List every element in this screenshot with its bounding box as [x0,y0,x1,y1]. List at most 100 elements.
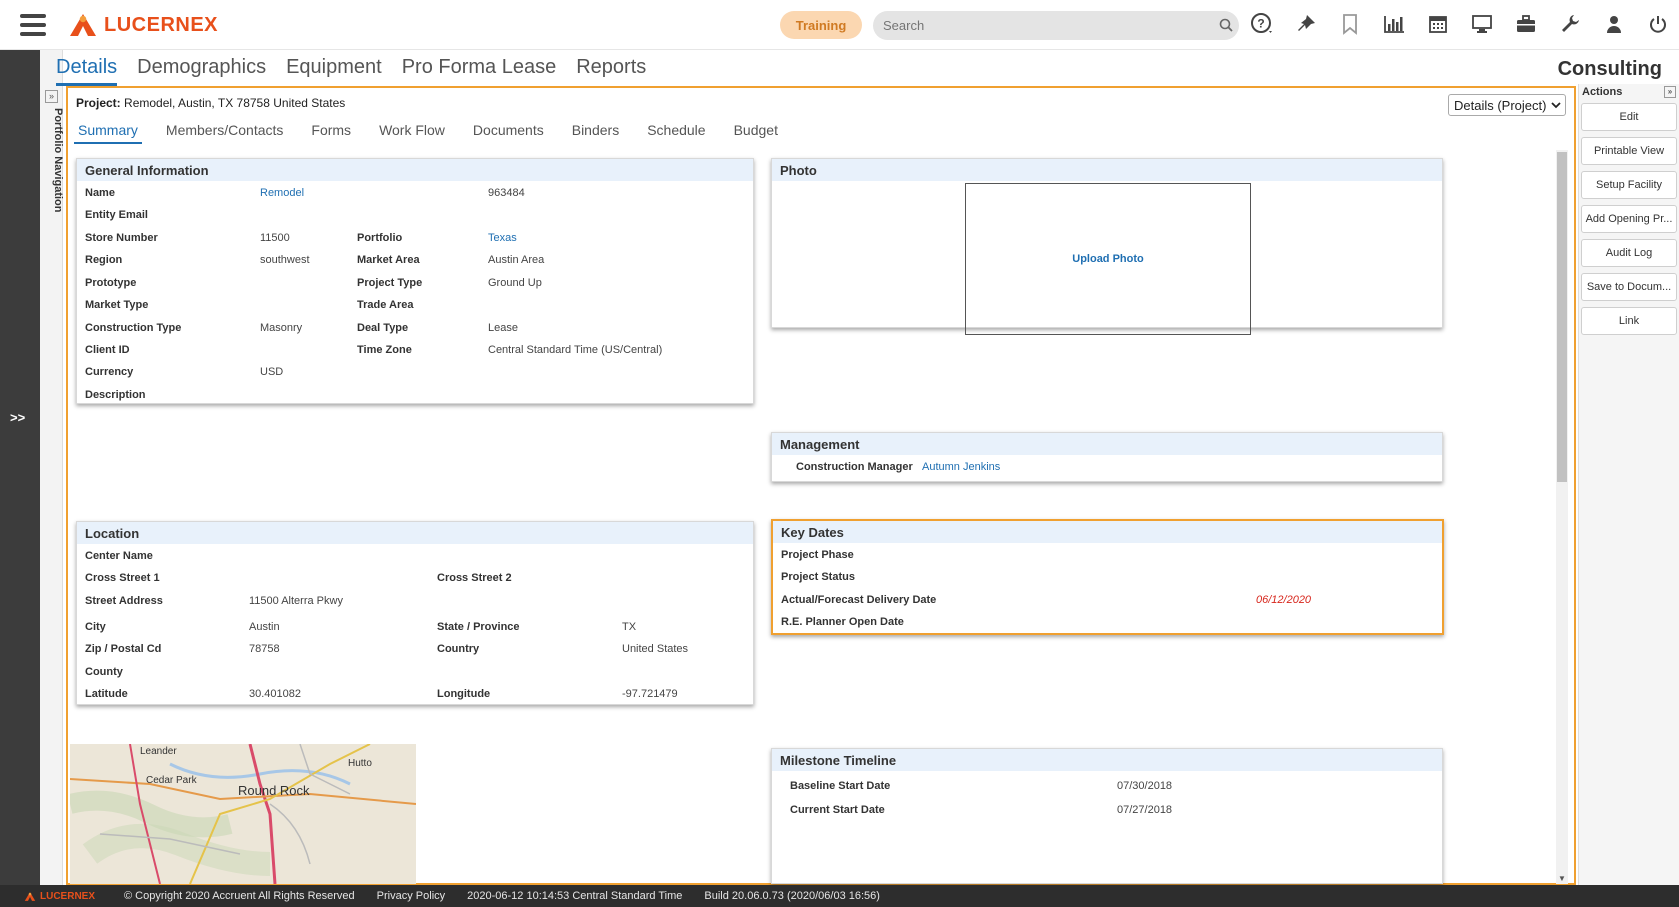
state-label: State / Province [437,621,520,633]
zip-label: Zip / Postal Cd [85,643,162,655]
entity-email-label: Entity Email [85,209,148,221]
expand-nav-button[interactable]: >> [10,410,25,425]
search-icon[interactable] [1219,18,1233,32]
center-name-label: Center Name [85,550,153,562]
milestone-timeline-panel: Milestone Timeline Baseline Start Date 0… [771,748,1443,884]
map-label-round-rock: Round Rock [238,783,310,798]
edit-button[interactable]: Edit [1581,103,1677,131]
training-badge[interactable]: Training [780,11,862,39]
help-icon[interactable]: ? [1250,12,1274,36]
privacy-policy-link[interactable]: Privacy Policy [377,890,445,902]
portfolio-label: Portfolio [357,232,403,244]
brand-name: LUCERNEX [104,13,219,36]
construction-type-label: Construction Type [85,322,182,334]
content-scrollbar[interactable]: ▼ [1556,150,1568,884]
brand-logo[interactable]: LUCERNEX [68,12,218,38]
subtab-forms[interactable]: Forms [307,122,355,144]
name-id: 963484 [488,187,525,199]
actions-title-text: Actions [1582,86,1623,98]
panel-title: Location [77,522,753,544]
baseline-start-label: Baseline Start Date [790,780,891,792]
subtab-work-flow[interactable]: Work Flow [375,122,449,144]
map-label-hutto: Hutto [348,758,372,769]
key-dates-panel: Key Dates Project Phase Project Status A… [771,519,1444,635]
search-input[interactable] [873,11,1239,40]
subtab-summary[interactable]: Summary [74,122,142,144]
briefcase-icon[interactable] [1514,12,1538,36]
photo-panel: Photo Upload Photo [771,158,1443,335]
main-tabs: Details Demographics Equipment Pro Forma… [56,56,646,86]
store-number-value: 11500 [260,232,290,244]
panel-title: General Information [77,159,753,181]
collapse-actions-icon[interactable]: » [1664,86,1676,98]
region-value: southwest [260,254,310,266]
top-bar: LUCERNEX Training ? [0,0,1679,50]
sub-tabs: Summary Members/Contacts Forms Work Flow… [74,122,782,144]
map-label-cedar-park: Cedar Park [146,775,198,786]
chevron-down-icon [1551,102,1561,109]
street-address-value: 11500 Alterra Pkwy [249,595,343,607]
construction-manager-link[interactable]: Autumn Jenkins [922,461,1000,473]
photo-upload-area[interactable]: Upload Photo [965,183,1251,335]
trade-area-label: Trade Area [357,299,414,311]
bar-chart-icon[interactable] [1382,12,1406,36]
scrollbar-thumb[interactable] [1557,152,1567,482]
panel-title: Management [772,433,1442,455]
save-to-documents-button[interactable]: Save to Docum... [1581,273,1677,301]
scroll-down-icon[interactable]: ▼ [1557,874,1567,884]
calendar-icon[interactable] [1426,12,1450,36]
expand-portfolio-nav-icon[interactable]: » [45,90,58,103]
pin-icon[interactable] [1294,12,1318,36]
location-map[interactable]: Leander Cedar Park Hutto Round Rock [70,744,416,884]
subtab-documents[interactable]: Documents [469,122,548,144]
name-link[interactable]: Remodel [260,187,304,199]
portfolio-link[interactable]: Texas [488,232,517,244]
footer-logo: LUCERNEX [24,891,102,902]
longitude-label: Longitude [437,688,491,700]
hamburger-menu-icon[interactable] [20,14,46,36]
view-select[interactable]: Details (Project) [1448,94,1566,116]
tab-equipment[interactable]: Equipment [286,56,382,86]
country-label: Country [437,643,480,655]
setup-facility-button[interactable]: Setup Facility [1581,171,1677,199]
subtab-budget[interactable]: Budget [730,122,782,144]
project-header: Project: Remodel, Austin, TX 78758 Unite… [76,96,345,110]
wrench-icon[interactable] [1558,12,1582,36]
user-icon[interactable] [1602,12,1626,36]
latitude-label: Latitude [85,688,128,700]
svg-text:?: ? [1257,17,1264,31]
store-number-label: Store Number [85,232,158,244]
add-opening-project-button[interactable]: Add Opening Pr... [1581,205,1677,233]
subtab-members-contacts[interactable]: Members/Contacts [162,122,287,144]
lucernex-logo-icon [24,891,36,901]
tab-details[interactable]: Details [56,56,118,86]
audit-log-button[interactable]: Audit Log [1581,239,1677,267]
project-status-label: Project Status [781,571,855,583]
tab-demographics[interactable]: Demographics [137,56,266,86]
power-icon[interactable] [1646,12,1670,36]
left-navigation-rail: >> [0,50,40,885]
street-address-label: Street Address [85,595,163,607]
subtab-schedule[interactable]: Schedule [643,122,709,144]
construction-manager-label: Construction Manager [796,461,913,473]
lucernex-logo-icon [70,14,96,36]
tab-pro-forma-lease[interactable]: Pro Forma Lease [402,56,557,86]
printable-view-button[interactable]: Printable View [1581,137,1677,165]
latitude-value: 30.401082 [249,688,301,700]
cross-street-2-label: Cross Street 2 [437,572,512,584]
upload-photo-link[interactable]: Upload Photo [1072,253,1144,265]
footer: LUCERNEX © Copyright 2020 Accruent All R… [0,885,1679,907]
monitor-icon[interactable] [1470,12,1494,36]
bookmark-icon[interactable] [1338,12,1362,36]
deal-type-label: Deal Type [357,322,409,334]
region-label: Region [85,254,123,266]
portfolio-navigation-label[interactable]: Portfolio Navigation [52,108,64,213]
market-type-label: Market Type [85,299,149,311]
tab-reports[interactable]: Reports [576,56,646,86]
current-start-label: Current Start Date [790,804,885,816]
prototype-label: Prototype [85,277,137,289]
market-area-value: Austin Area [488,254,545,266]
link-button[interactable]: Link [1581,307,1677,335]
time-zone-label: Time Zone [357,344,412,356]
subtab-binders[interactable]: Binders [568,122,623,144]
